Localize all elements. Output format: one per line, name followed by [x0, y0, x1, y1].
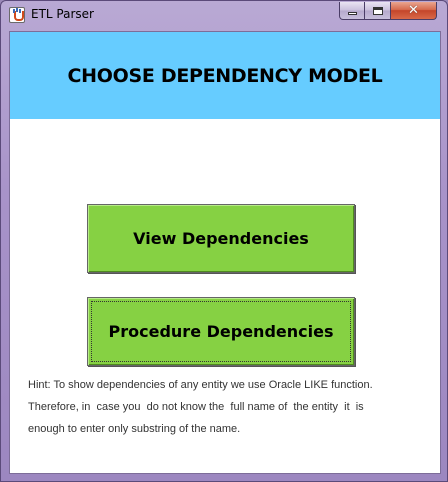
window-title: ETL Parser	[31, 7, 94, 21]
java-app-icon	[9, 7, 25, 23]
close-icon: ✕	[408, 3, 419, 18]
minimize-button[interactable]	[339, 2, 365, 20]
close-button[interactable]: ✕	[391, 2, 437, 20]
procedure-dependencies-button[interactable]: Procedure Dependencies	[87, 297, 355, 366]
content-panel: CHOOSE DEPENDENCY MODEL View Dependencie…	[9, 31, 441, 474]
minimize-icon	[347, 12, 357, 15]
maximize-icon	[372, 6, 383, 15]
view-dependencies-button[interactable]: View Dependencies	[87, 204, 355, 273]
hint-line-1: Hint: To show dependencies of any entity…	[28, 379, 373, 391]
app-window: ETL Parser ✕ CHOOSE DEPENDENCY MODEL Vie…	[0, 0, 448, 482]
hint-text: Hint: To show dependencies of any entity…	[28, 374, 428, 440]
hint-line-3: enough to enter only substring of the na…	[28, 423, 241, 435]
header-banner: CHOOSE DEPENDENCY MODEL	[10, 32, 440, 119]
title-bar[interactable]: ETL Parser ✕	[1, 1, 447, 29]
maximize-button[interactable]	[365, 2, 391, 20]
page-title: CHOOSE DEPENDENCY MODEL	[67, 64, 383, 87]
hint-line-2: Therefore, in case you do not know the f…	[28, 401, 364, 413]
